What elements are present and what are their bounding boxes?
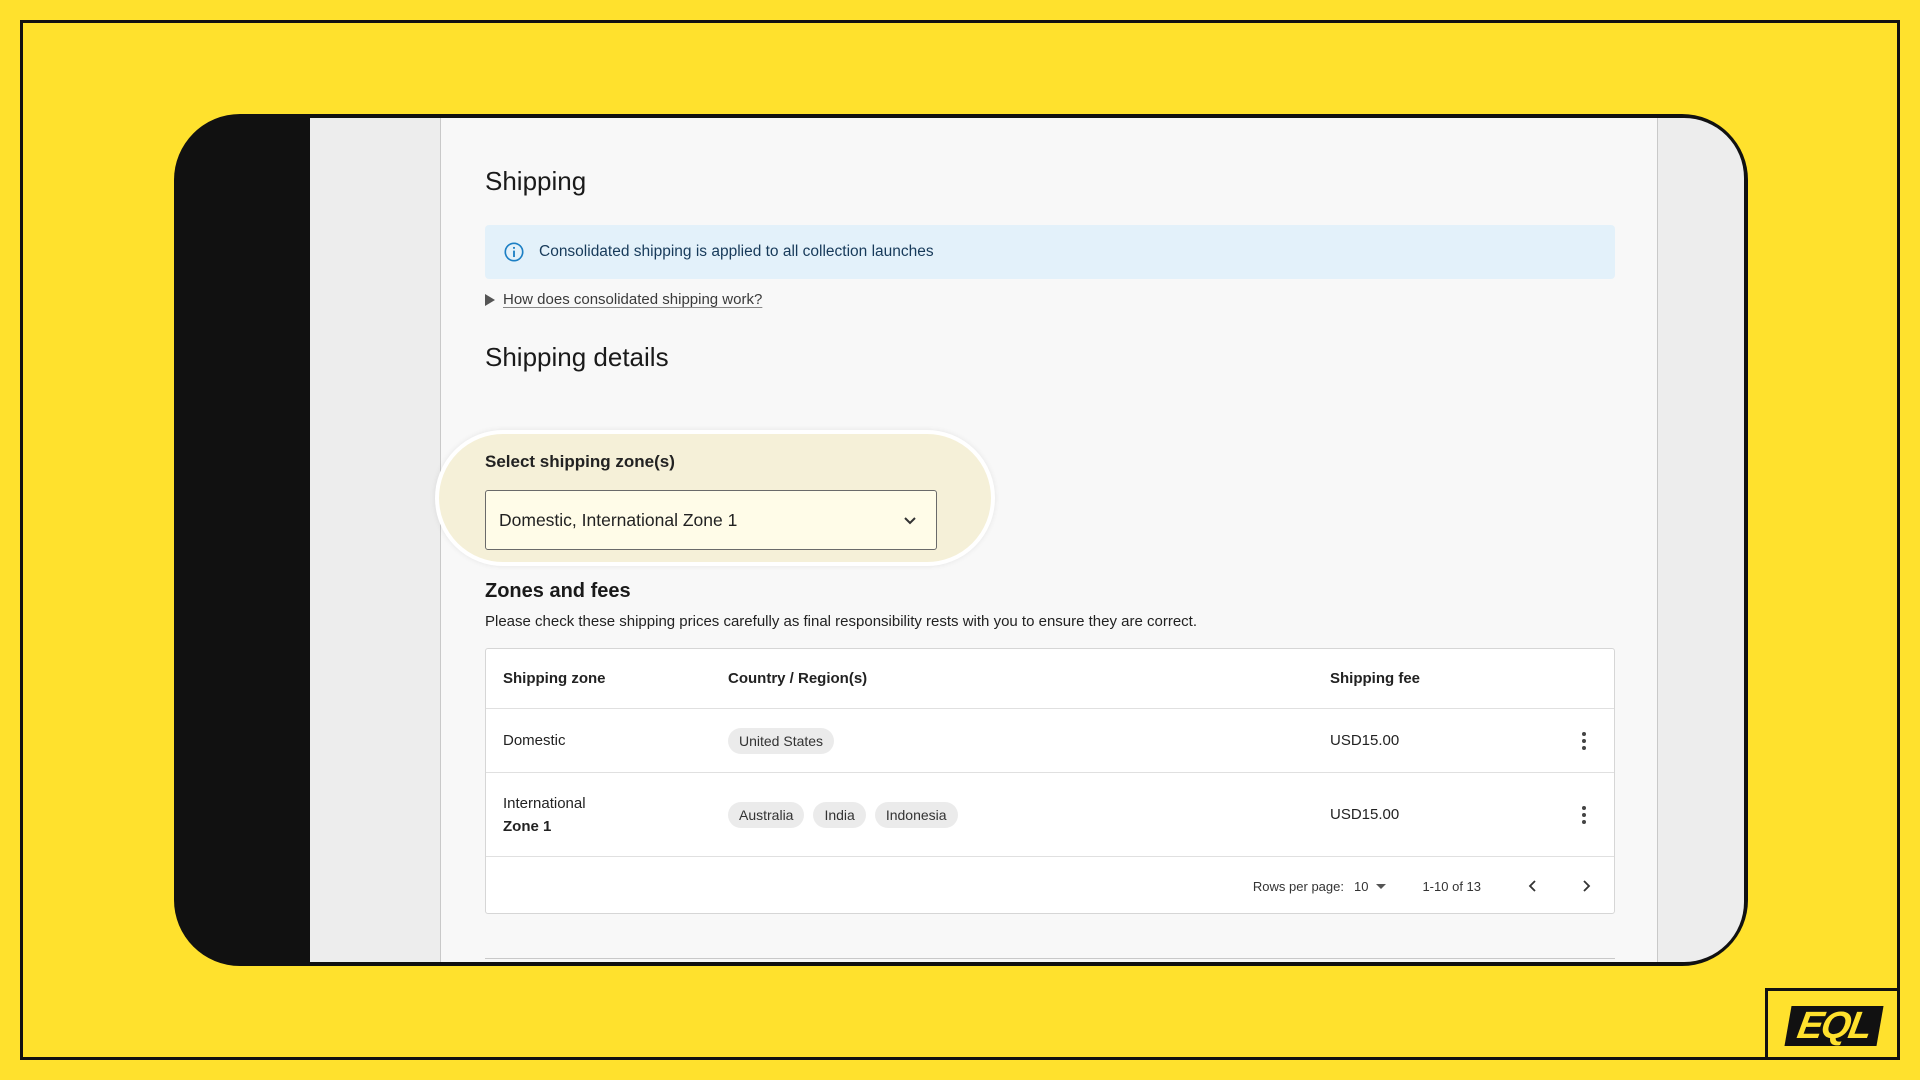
tablet-device: Shipping Consolidated shipping is applie… [174,114,1748,966]
zone-name: International Zone 1 [503,773,703,856]
shipping-fee: USD15.00 [1330,806,1400,823]
more-vertical-icon[interactable] [1582,805,1586,824]
zone-name-line1: International [503,794,586,812]
info-icon [504,242,524,262]
region-chips: Australia India Indonesia [728,773,1288,856]
shipping-page: Shipping Consolidated shipping is applie… [435,118,1658,962]
zones-table: Shipping zone Country / Region(s) Shippi… [485,648,1615,914]
section-divider [485,958,1615,959]
zones-fees-title: Zones and fees [485,580,631,602]
table-row: Domestic United States USD15.00 [486,709,1614,773]
region-chip: India [813,801,866,828]
rows-per-page-select[interactable]: 10 [1353,878,1387,894]
table-row: International Zone 1 Australia India Ind… [486,773,1614,857]
rows-per-page-label: Rows per page: [1252,878,1344,894]
column-header-shipping-fee: Shipping fee [1330,670,1420,687]
zone-name-line2: Zone 1 [503,817,552,835]
chevron-down-icon [904,517,916,525]
info-banner: Consolidated shipping is applied to all … [485,225,1615,279]
more-vertical-icon[interactable] [1582,731,1586,750]
next-page-button[interactable] [1576,876,1596,896]
zone-select-value: Domestic, International Zone 1 [499,509,738,530]
chevron-right-icon [1583,880,1591,892]
zone-name: Domestic [503,732,566,749]
shipping-fee: USD15.00 [1330,732,1400,749]
row-menu-button[interactable] [1574,709,1594,772]
banner-text: Consolidated shipping is applied to all … [539,243,934,260]
triangle-right-icon [485,293,495,306]
region-chip: United States [728,727,835,754]
column-header-shipping-zone: Shipping zone [503,670,606,687]
row-menu-button[interactable] [1574,773,1594,856]
page-title: Shipping [485,166,587,196]
disclosure-link[interactable]: How does consolidated shipping work? [503,291,762,308]
rows-per-page-value: 10 [1353,878,1369,894]
page-range: 1-10 of 13 [1422,878,1481,894]
previous-page-button[interactable] [1523,876,1543,896]
table-pagination: Rows per page: 10 1-10 of 13 [486,857,1614,915]
shipping-zone-select[interactable]: Domestic, International Zone 1 [485,490,937,550]
region-chip: Indonesia [874,801,958,828]
zones-fees-description: Please check these shipping prices caref… [485,613,1198,630]
screen: Shipping Consolidated shipping is applie… [310,118,1744,962]
pager: Rows per page: 10 1-10 of 13 [1253,857,1596,915]
brand-logo: EQL [1784,1005,1884,1047]
consolidated-shipping-disclosure[interactable]: How does consolidated shipping work? [485,291,1615,308]
zone-select-label: Select shipping zone(s) [485,452,675,471]
table-header: Shipping zone Country / Region(s) Shippi… [486,649,1614,709]
page-content: Shipping Consolidated shipping is applie… [435,166,1615,959]
region-chips: United States [728,709,1288,772]
chevron-left-icon [1528,880,1536,892]
region-chip: Australia [728,801,805,828]
brand-logo-box: EQL [1765,988,1900,1060]
caret-down-icon [1376,883,1387,889]
column-header-country-region: Country / Region(s) [728,670,868,687]
shipping-details-title: Shipping details [485,342,669,372]
